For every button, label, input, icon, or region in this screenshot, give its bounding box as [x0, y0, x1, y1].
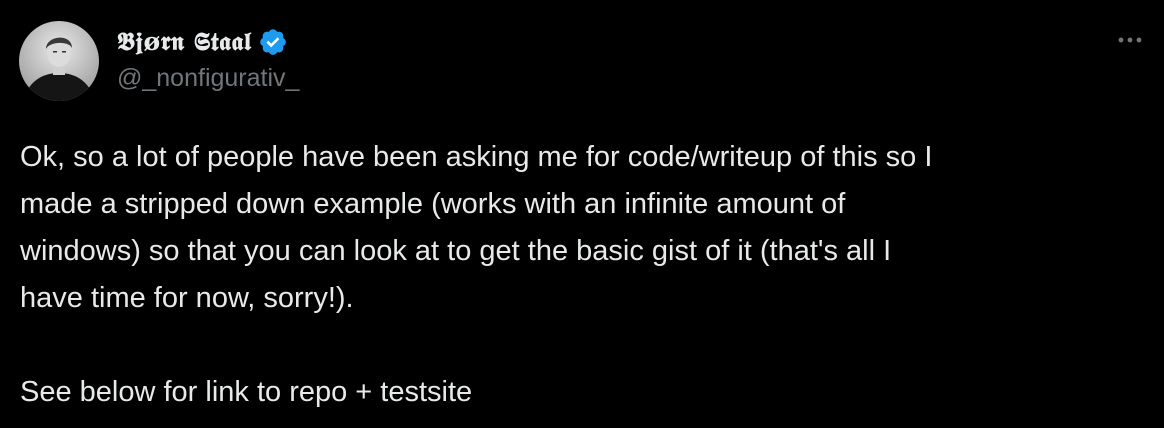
- tweet-paragraph: See below for link to repo + testsite: [20, 376, 473, 408]
- tweet-card: 𝕭𝖏ø𝖗𝖓 𝕾𝖙𝖆𝖆𝖑 @_nonfigurativ_ Ok, so a lot…: [0, 0, 1164, 428]
- author-display-name[interactable]: 𝕭𝖏ø𝖗𝖓 𝕾𝖙𝖆𝖆𝖑: [117, 27, 252, 57]
- verified-badge-icon: [258, 27, 288, 57]
- author-name-row: 𝕭𝖏ø𝖗𝖓 𝕾𝖙𝖆𝖆𝖑: [117, 25, 288, 59]
- avatar[interactable]: [19, 21, 99, 101]
- tweet-text: Ok, so a lot of people have been asking …: [20, 134, 1140, 416]
- tweet-paragraph: Ok, so a lot of people have been asking …: [20, 141, 933, 314]
- author-handle[interactable]: @_nonfigurativ_: [117, 64, 299, 93]
- more-horizontal-icon[interactable]: [1112, 28, 1148, 52]
- profile-avatar-image: [19, 21, 99, 101]
